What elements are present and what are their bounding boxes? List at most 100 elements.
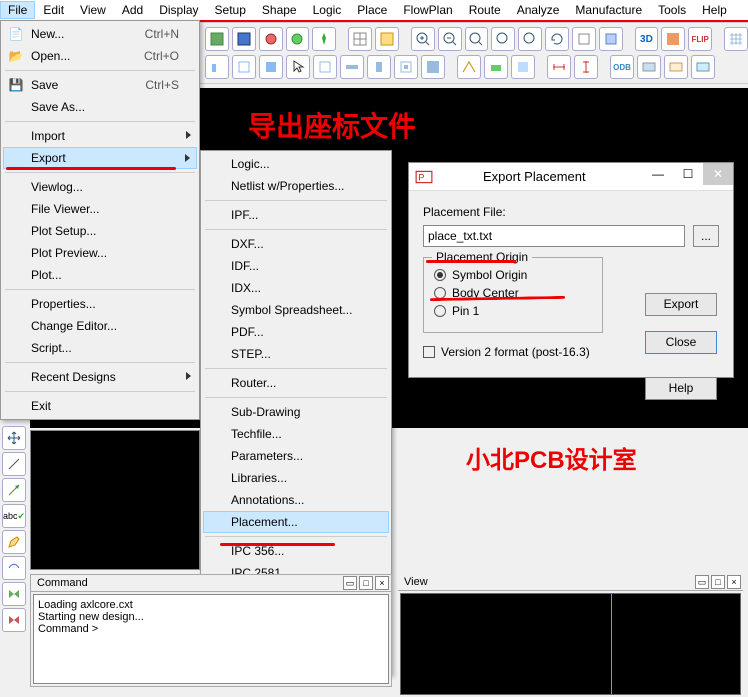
export-mi-dxf[interactable]: DXF... <box>203 233 389 255</box>
mi-import[interactable]: Import <box>3 125 197 147</box>
mi-fileviewer[interactable]: File Viewer... <box>3 198 197 220</box>
grid-icon[interactable] <box>375 27 399 51</box>
zoom-out-icon[interactable] <box>438 27 462 51</box>
filename-input[interactable] <box>423 225 685 247</box>
mi-plot[interactable]: Plot... <box>3 264 197 286</box>
tool-icon[interactable] <box>421 55 445 79</box>
menu-file[interactable]: File <box>0 1 35 19</box>
edit-icon[interactable] <box>2 530 26 554</box>
export-mi-logic[interactable]: Logic... <box>203 153 389 175</box>
cursor-icon[interactable] <box>286 55 310 79</box>
move-icon[interactable] <box>2 426 26 450</box>
dock-icon[interactable]: □ <box>711 575 725 589</box>
odb-icon[interactable]: ODB <box>610 55 634 79</box>
command-output[interactable]: Loading axlcore.cxtStarting new design..… <box>33 594 389 684</box>
tool-icon[interactable] <box>259 27 283 51</box>
refresh-icon[interactable] <box>545 27 569 51</box>
close-icon[interactable]: ✕ <box>703 163 733 185</box>
radio-symbol-origin[interactable]: Symbol Origin <box>434 268 592 282</box>
menu-tools[interactable]: Tools <box>650 1 694 19</box>
tool-icon[interactable] <box>664 55 688 79</box>
mi-changeeditor[interactable]: Change Editor... <box>3 315 197 337</box>
mi-properties[interactable]: Properties... <box>3 293 197 315</box>
mi-export[interactable]: Export <box>3 147 197 169</box>
export-mi-parameters[interactable]: Parameters... <box>203 445 389 467</box>
mi-new[interactable]: 📄New...Ctrl+N <box>3 23 197 45</box>
3d-icon[interactable]: 3D <box>635 27 659 51</box>
tool-icon[interactable] <box>457 55 481 79</box>
export-mi-router[interactable]: Router... <box>203 372 389 394</box>
mi-saveas[interactable]: Save As... <box>3 96 197 118</box>
dimension-icon[interactable] <box>574 55 598 79</box>
close-icon[interactable]: × <box>375 576 389 590</box>
grid-icon[interactable] <box>724 27 748 51</box>
maximize-icon[interactable]: ☐ <box>673 163 703 185</box>
tool-icon[interactable] <box>232 27 256 51</box>
tool-icon[interactable] <box>205 27 229 51</box>
help-btn[interactable]: Help <box>645 377 717 400</box>
tool-icon[interactable] <box>367 55 391 79</box>
grid-icon[interactable] <box>348 27 372 51</box>
tool-icon[interactable] <box>2 582 26 606</box>
mi-plotsetup[interactable]: Plot Setup... <box>3 220 197 242</box>
dock-icon[interactable]: □ <box>359 576 373 590</box>
tool-icon[interactable] <box>511 55 535 79</box>
zoom-fit-icon[interactable] <box>465 27 489 51</box>
mi-script[interactable]: Script... <box>3 337 197 359</box>
export-mi-idx[interactable]: IDX... <box>203 277 389 299</box>
menu-flowplan[interactable]: FlowPlan <box>395 1 460 19</box>
export-mi-ipf[interactable]: IPF... <box>203 204 389 226</box>
tool-icon[interactable] <box>661 27 685 51</box>
dimension-icon[interactable] <box>547 55 571 79</box>
menu-add[interactable]: Add <box>114 1 151 19</box>
menu-edit[interactable]: Edit <box>35 1 72 19</box>
close-icon[interactable]: × <box>727 575 741 589</box>
minimize-icon[interactable]: — <box>643 163 673 185</box>
close-btn[interactable]: Close <box>645 331 717 354</box>
tool-icon[interactable] <box>691 55 715 79</box>
radio-pin1[interactable]: Pin 1 <box>434 304 592 318</box>
tool-icon[interactable] <box>572 27 596 51</box>
flip-icon[interactable]: FLIP <box>688 27 712 51</box>
pin-icon[interactable] <box>312 27 336 51</box>
export-mi-placement[interactable]: Placement... <box>203 511 389 533</box>
zoom-in-icon[interactable] <box>411 27 435 51</box>
tool-icon[interactable] <box>313 55 337 79</box>
menu-setup[interactable]: Setup <box>207 1 254 19</box>
zoom-icon[interactable] <box>491 27 515 51</box>
panel-icon[interactable] <box>259 55 283 79</box>
browse-button[interactable]: ... <box>693 225 719 247</box>
mi-save[interactable]: 💾SaveCtrl+S <box>3 74 197 96</box>
export-btn[interactable]: Export <box>645 293 717 316</box>
export-mi-symbol-spreadsheet[interactable]: Symbol Spreadsheet... <box>203 299 389 321</box>
tool-icon[interactable] <box>2 556 26 580</box>
tool-icon[interactable] <box>599 27 623 51</box>
menu-help[interactable]: Help <box>694 1 735 19</box>
mi-exit[interactable]: Exit <box>3 395 197 417</box>
tool-icon[interactable] <box>484 55 508 79</box>
tool-icon[interactable] <box>340 55 364 79</box>
menu-manufacture[interactable]: Manufacture <box>567 1 650 19</box>
tool-icon[interactable] <box>286 27 310 51</box>
dock-icon[interactable]: ▭ <box>343 576 357 590</box>
panel-icon[interactable] <box>205 55 229 79</box>
line-icon[interactable] <box>2 452 26 476</box>
dock-icon[interactable]: ▭ <box>695 575 709 589</box>
tool-icon[interactable] <box>637 55 661 79</box>
tool-icon[interactable] <box>394 55 418 79</box>
menu-route[interactable]: Route <box>461 1 509 19</box>
mi-open[interactable]: 📂Open...Ctrl+O <box>3 45 197 67</box>
menu-place[interactable]: Place <box>349 1 395 19</box>
export-mi-pdf[interactable]: PDF... <box>203 321 389 343</box>
export-mi-netlist-w-properties[interactable]: Netlist w/Properties... <box>203 175 389 197</box>
export-mi-libraries[interactable]: Libraries... <box>203 467 389 489</box>
menu-logic[interactable]: Logic <box>305 1 350 19</box>
export-mi-step[interactable]: STEP... <box>203 343 389 365</box>
menu-analyze[interactable]: Analyze <box>509 1 568 19</box>
menu-display[interactable]: Display <box>151 1 206 19</box>
mi-viewlog[interactable]: Viewlog... <box>3 176 197 198</box>
mi-plotpreview[interactable]: Plot Preview... <box>3 242 197 264</box>
mi-recent[interactable]: Recent Designs <box>3 366 197 388</box>
text-icon[interactable]: abc✔ <box>2 504 26 528</box>
view-canvas[interactable] <box>400 593 741 695</box>
